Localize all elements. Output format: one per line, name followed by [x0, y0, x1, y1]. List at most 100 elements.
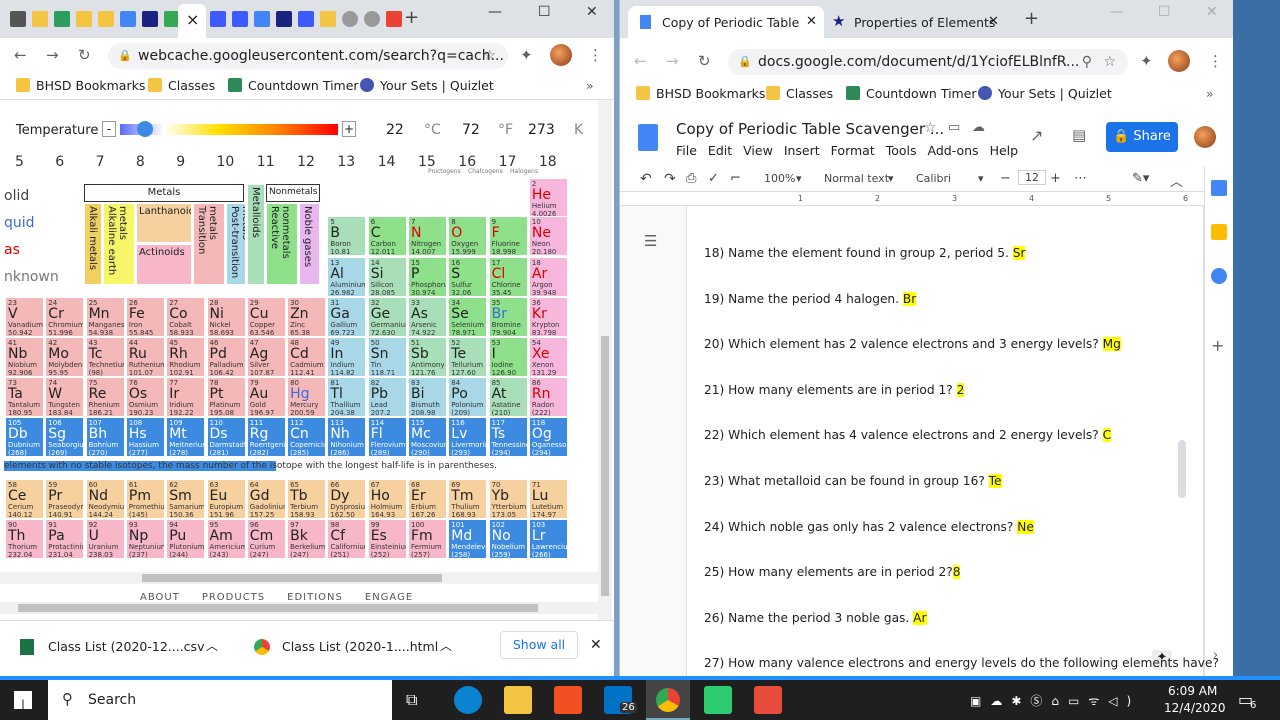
keep-icon[interactable]	[1211, 224, 1227, 240]
doc-scrollbar[interactable]	[1178, 440, 1186, 498]
close-icon[interactable]: ✕	[988, 14, 999, 29]
element-hs[interactable]: 108 Hs Hassium (277)	[125, 417, 165, 457]
address-bar[interactable]: 🔒 docs.google.com/document/d/1YciofELBln…	[728, 49, 1128, 75]
doc-title[interactable]: Copy of Periodic Table Scavenger ...	[676, 120, 944, 138]
more-icon[interactable]: ⋯	[1074, 171, 1087, 186]
question-line[interactable]: 27) How many valence electrons and energ…	[704, 656, 1219, 670]
element-pd[interactable]: 46 Pd Palladium 106.42	[206, 337, 246, 377]
element-rh[interactable]: 45 Rh Rhodium 102.91	[166, 337, 206, 377]
element-al[interactable]: 13 Al Aluminium 26.982	[327, 257, 367, 297]
element-ne[interactable]: 10 Ne Neon 20.180	[528, 216, 568, 256]
legend-noble-gases[interactable]: Noble gases	[299, 203, 320, 285]
element-cd[interactable]: 48 Cd Cadmium 112.41	[287, 337, 327, 377]
element-nh[interactable]: 113 Nh Nihonium (286)	[327, 417, 367, 457]
windows-start-icon[interactable]	[14, 691, 32, 709]
element-er[interactable]: 68 Er Erbium 167.26	[408, 479, 447, 519]
element-rg[interactable]: 111RgRoentgenium(282)	[246, 417, 286, 457]
chevron-up-icon[interactable]: ︿	[1170, 171, 1183, 190]
element-nd[interactable]: 60NdNeodymium144.24	[85, 479, 125, 519]
element-at[interactable]: 85 At Astatine (210)	[488, 377, 528, 417]
spellcheck-icon[interactable]: ✓	[708, 171, 719, 186]
calendar-icon[interactable]	[1211, 180, 1227, 196]
bookmark-countdown[interactable]: Countdown Timer	[846, 86, 977, 101]
print-icon[interactable]: ⎙	[686, 171, 696, 186]
maximize-button[interactable]: ☐	[1158, 4, 1171, 20]
download-item[interactable]: Class List (2020-1....html	[282, 639, 438, 654]
element-gd[interactable]: 64 Gd Gadolinium 157.25	[246, 479, 286, 519]
menu-item-help[interactable]: Help	[990, 143, 1019, 158]
taskbar-search[interactable]: ⚲ Search	[48, 680, 392, 720]
element-cu[interactable]: 29 Cu Copper 63.546	[246, 297, 286, 337]
tab-docs[interactable]: Copy of Periodic Table S ✕	[628, 6, 824, 38]
window-close-button[interactable]: ✕	[1206, 4, 1218, 20]
element-i[interactable]: 53 I Iodine 126.90	[488, 337, 528, 377]
element-mt[interactable]: 109 Mt Meitnerium (278)	[166, 417, 206, 457]
element-np[interactable]: 93 Np Neptunium (237)	[125, 519, 165, 559]
element-sg[interactable]: 106SgSeaborgium(269)	[45, 417, 85, 457]
element-tc[interactable]: 43TcTechnetium(98)	[85, 337, 125, 377]
element-pm[interactable]: 61PmPromethium(145)	[125, 479, 165, 519]
comment-icon[interactable]: ▤	[1072, 126, 1086, 144]
clock-date[interactable]: 12/4/2020	[1164, 701, 1226, 715]
page-scrollbar[interactable]	[0, 602, 598, 614]
element-cr[interactable]: 24 Cr Chromium 51.996	[45, 297, 85, 337]
element-ag[interactable]: 47 Ag Silver 107.87	[246, 337, 286, 377]
celsius-value[interactable]: 22	[386, 122, 404, 138]
menu-icon[interactable]: ⋮	[588, 46, 603, 64]
element-yb[interactable]: 70 Yb Ytterbium 173.05	[488, 479, 528, 519]
element-es[interactable]: 99EsEinsteinium(252)	[367, 519, 407, 559]
element-ar[interactable]: 18 Ar Argon 39.948	[528, 257, 568, 297]
horizontal-scrollbar[interactable]	[0, 572, 598, 584]
bookmark-quizlet[interactable]: Your Sets | Quizlet	[978, 86, 1112, 101]
tab-favicon[interactable]	[232, 11, 248, 27]
state-unknown-label[interactable]: nknown	[4, 269, 59, 285]
element-b[interactable]: 5 B Boron 10.81	[327, 216, 367, 256]
element-pt[interactable]: 78 Pt Platinum 195.08	[206, 377, 246, 417]
font-size-decrease-button[interactable]: −	[1000, 171, 1011, 186]
element-mo[interactable]: 42MoMolybdenum95.95	[45, 337, 85, 377]
element-si[interactable]: 14 Si Silicon 28.085	[367, 257, 407, 297]
docs-logo-icon[interactable]	[638, 124, 658, 151]
app-icon[interactable]	[10, 11, 26, 27]
undo-icon[interactable]: ↶	[640, 171, 652, 187]
question-line[interactable]: 20) Which element has 2 valence electron…	[704, 337, 1121, 352]
element-f[interactable]: 9 F Fluorine 18.998	[488, 216, 528, 256]
element-pb[interactable]: 82 Pb Lead 207.2	[367, 377, 407, 417]
tab-favicon[interactable]	[320, 11, 336, 27]
menu-item-view[interactable]: View	[743, 143, 773, 158]
state-solid-label[interactable]: olid	[4, 188, 29, 204]
globe-icon[interactable]	[342, 11, 358, 27]
store-icon[interactable]	[554, 686, 582, 714]
menu-item-add-ons[interactable]: Add-ons	[928, 143, 979, 158]
chrome-taskbar-button[interactable]	[646, 680, 690, 720]
element-ge[interactable]: 32GeGermanium72.630	[367, 297, 407, 337]
element-os[interactable]: 76 Os Osmium 190.23	[125, 377, 165, 417]
element-og[interactable]: 118 Og Oganesson (294)	[528, 417, 568, 457]
element-lu[interactable]: 71 Lu Lutetium 174.97	[528, 479, 568, 519]
element-ga[interactable]: 31 Ga Gallium 69.723	[327, 297, 367, 337]
element-zn[interactable]: 30 Zn Zinc 65.38	[287, 297, 327, 337]
app-icon[interactable]	[704, 686, 732, 714]
minimize-button[interactable]: —	[488, 4, 502, 20]
menu-item-tools[interactable]: Tools	[886, 143, 917, 158]
star-icon[interactable]	[142, 11, 158, 27]
app-icon[interactable]	[754, 686, 782, 714]
element-bk[interactable]: 97 Bk Berkelium (247)	[287, 519, 327, 559]
gmail-icon[interactable]	[386, 11, 402, 27]
new-tab-button[interactable]: +	[1024, 8, 1039, 29]
element-th[interactable]: 90 Th Thorium 232.04	[5, 519, 44, 559]
element-fm[interactable]: 100 Fm Fermium (257)	[408, 519, 447, 559]
show-all-button[interactable]: Show all	[500, 631, 578, 659]
element-ts[interactable]: 117 Ts Tennessine (294)	[488, 417, 528, 457]
question-line[interactable]: 24) Which noble gas only has 2 valence e…	[704, 519, 1034, 534]
element-o[interactable]: 8 O Oxygen 15.999	[448, 216, 488, 256]
element-he[interactable]: 2 He Helium 4.0026	[528, 178, 568, 218]
question-line[interactable]: 19) Name the period 4 halogen. Br	[704, 291, 917, 306]
style-select[interactable]: Normal text	[824, 172, 889, 185]
bookmark-star-icon[interactable]: ☆	[483, 43, 496, 69]
element-cl[interactable]: 17 Cl Chlorine 35.45	[488, 257, 528, 297]
font-select[interactable]: Calibri	[916, 172, 951, 185]
question-line[interactable]: 26) Name the period 3 noble gas. Ar	[704, 610, 927, 625]
font-size-increase-button[interactable]: +	[1050, 171, 1061, 186]
element-hg[interactable]: 80 Hg Mercury 200.59	[287, 377, 327, 417]
